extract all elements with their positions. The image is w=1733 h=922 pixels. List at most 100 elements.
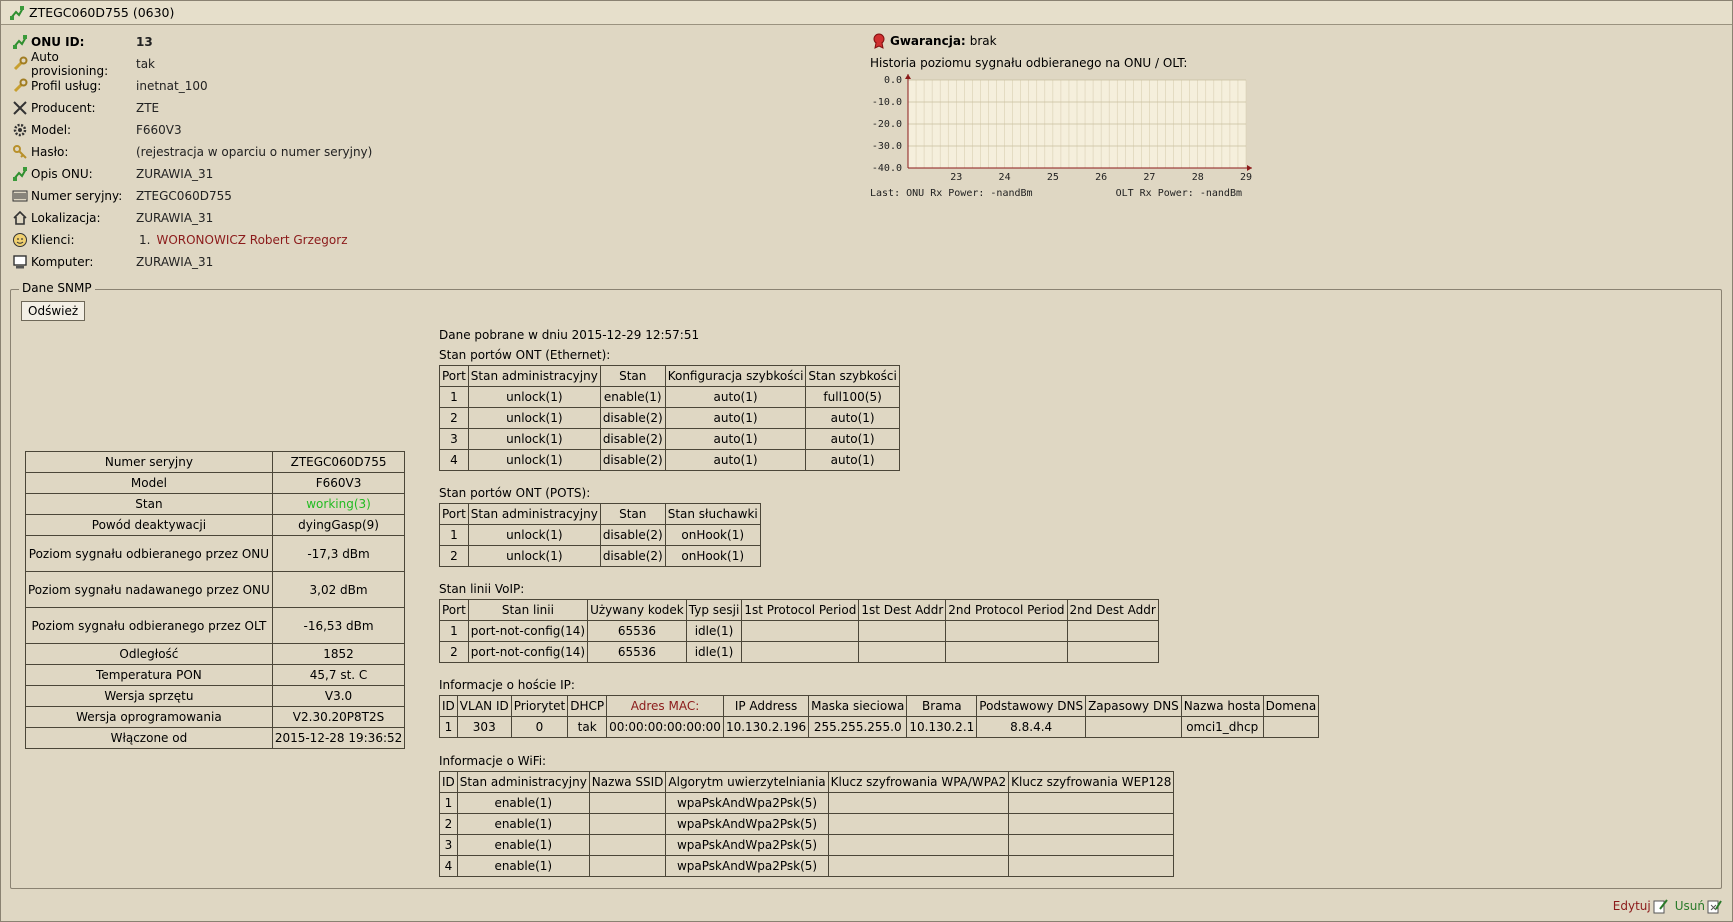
wifi-cell [588, 834, 667, 856]
producer-value: ZTE [136, 101, 160, 115]
voip-header-cell: Typ sesji [685, 599, 743, 621]
wifi-cell [588, 813, 667, 835]
ip-cell: 1 [439, 716, 458, 738]
password-label: Hasło: [31, 145, 69, 159]
ethernet-header-cell: Stan administracyjny [467, 365, 601, 387]
location-label: Lokalizacja: [31, 211, 101, 225]
wifi-cell: enable(1) [456, 855, 590, 877]
wifi-title: Informacje o WiFi: [439, 754, 547, 768]
x-tick-label: 24 [999, 172, 1011, 183]
barcode-icon [12, 188, 28, 204]
wifi-cell: enable(1) [456, 792, 590, 814]
warranty-label: Gwarancja: [890, 34, 966, 48]
summary-value: F660V3 [271, 472, 406, 494]
row-auto-provisioning: Auto provisioning: tak [12, 50, 372, 78]
ethernet-table: Port Stan administracyjny Stan Konfiguracja… [439, 365, 900, 471]
computer-link[interactable]: ZURAWIA_31 [136, 255, 213, 269]
onu-id-label: ONU ID: [31, 35, 85, 49]
voip-header-cell: 1st Dest Addr [858, 599, 947, 621]
ethernet-cell: auto(1) [805, 428, 900, 450]
client-link[interactable]: WORONOWICZ Robert Grzegorz [156, 233, 347, 247]
y-tick-label: -40.0 [872, 163, 902, 174]
summary-key: Odległość [25, 643, 273, 665]
pots-table: Port Stan administracyjny Stan Stan słuchaw… [439, 503, 761, 567]
table-row: 2 unlock(1) disable(2) onHook(1) [439, 545, 761, 567]
pots-cell: disable(2) [599, 545, 666, 567]
row-description: Opis ONU: ZURAWIA_31 [12, 163, 372, 185]
computer-label: Komputer: [31, 255, 94, 269]
profile-label: Profil usług: [31, 79, 102, 93]
history-title: Historia poziomu sygnału odbieranego na … [870, 56, 1188, 70]
network-icon [12, 34, 28, 50]
table-row: Stan working(3) [25, 493, 406, 515]
ip-cell: 10.130.2.1 [906, 716, 978, 738]
ethernet-cell: unlock(1) [467, 386, 601, 408]
edit-icon[interactable] [1653, 898, 1669, 914]
pots-cell: unlock(1) [467, 545, 601, 567]
table-row: 4 unlock(1) disable(2) auto(1) auto(1) [439, 449, 900, 471]
pots-cell: unlock(1) [467, 524, 601, 546]
network-icon [12, 166, 28, 182]
voip-title: Stan linii VoIP: [439, 582, 525, 596]
ethernet-title: Stan portów ONT (Ethernet): [439, 348, 611, 362]
ip-cell: 10.130.2.196 [722, 716, 810, 738]
voip-cell: port-not-config(14) [467, 620, 589, 642]
voip-cell: 1 [439, 620, 469, 642]
voip-cell [741, 641, 860, 663]
y-tick-label: -10.0 [872, 97, 902, 108]
ip-header-cell[interactable]: Adres MAC: [606, 695, 724, 717]
table-row: 1 unlock(1) disable(2) onHook(1) [439, 524, 761, 546]
fetched-date: Dane pobrane w dniu 2015-12-29 12:57:51 [439, 328, 700, 342]
wifi-cell: 2 [439, 813, 458, 835]
table-row: 1 303 0 tak 00:00:00:00:00:00 10.130.2.196 255… [439, 716, 1320, 738]
ethernet-header-cell: Port [439, 365, 469, 387]
summary-value: dyingGasp(9) [271, 514, 406, 536]
key-icon [12, 144, 28, 160]
computer-icon [12, 254, 28, 270]
delete-link[interactable]: Usuń [1675, 899, 1705, 913]
voip-header-cell: 2nd Protocol Period [945, 599, 1068, 621]
summary-key: Wersja oprogramowania [25, 706, 273, 728]
pots-header-cell: Stan słuchawki [664, 503, 761, 525]
y-tick-label: -20.0 [872, 119, 902, 130]
ethernet-cell: auto(1) [805, 407, 900, 429]
signal-history-chart: 0.0 -10.0 -20.0 -30.0 -40.0 23 24 25 26 27 28 29 Las… [870, 74, 1252, 199]
edit-link[interactable]: Edytuj [1613, 899, 1651, 913]
summary-key: Poziom sygnału odbieranego przez OLT [25, 607, 273, 644]
summary-key: Temperatura PON [25, 664, 273, 686]
summary-value: V3.0 [271, 685, 406, 707]
window-title: ZTEGC060D755 (0630) [29, 5, 175, 20]
description-value: ZURAWIA_31 [136, 167, 214, 181]
pots-cell: 2 [439, 545, 469, 567]
summary-key: Poziom sygnału odbieranego przez ONU [25, 535, 273, 572]
summary-key: Poziom sygnału nadawanego przez ONU [25, 571, 273, 608]
summary-value: 45,7 st. C [271, 664, 406, 686]
delete-icon[interactable] [1707, 898, 1723, 914]
summary-value: working(3) [271, 493, 406, 515]
voip-cell: 65536 [587, 620, 687, 642]
x-tick-label: 27 [1143, 172, 1155, 183]
table-row: 1 unlock(1) enable(1) auto(1) full100(5) [439, 386, 900, 408]
ethernet-cell: auto(1) [664, 449, 807, 471]
wifi-cell [827, 834, 1010, 856]
table-row: Numer seryjny ZTEGC060D755 [25, 451, 406, 473]
ethernet-cell: auto(1) [664, 407, 807, 429]
pots-header-cell: Stan [599, 503, 666, 525]
pots-header-cell: Port [439, 503, 469, 525]
summary-key: Model [25, 472, 273, 494]
gear-icon [12, 122, 28, 138]
ip-header-cell: Podstawowy DNS [976, 695, 1087, 717]
voip-cell [741, 620, 860, 642]
wifi-cell: wpaPskAndWpa2Psk(5) [665, 834, 829, 856]
wifi-cell [827, 792, 1010, 814]
ip-table: ID VLAN ID Priorytet DHCP Adres MAC: IP Addre… [439, 695, 1320, 738]
table-row: 3 unlock(1) disable(2) auto(1) auto(1) [439, 428, 900, 450]
ethernet-cell: enable(1) [599, 386, 666, 408]
ip-header-row: ID VLAN ID Priorytet DHCP Adres MAC: IP Addre… [439, 695, 1320, 717]
wifi-cell: wpaPskAndWpa2Psk(5) [665, 813, 829, 835]
refresh-button[interactable]: Odśwież [21, 301, 86, 321]
voip-header-cell: 2nd Dest Addr [1066, 599, 1159, 621]
ip-header-cell: Maska sieciowa [808, 695, 908, 717]
ethernet-header-cell: Stan [599, 365, 666, 387]
clients-label: Klienci: [31, 233, 75, 247]
